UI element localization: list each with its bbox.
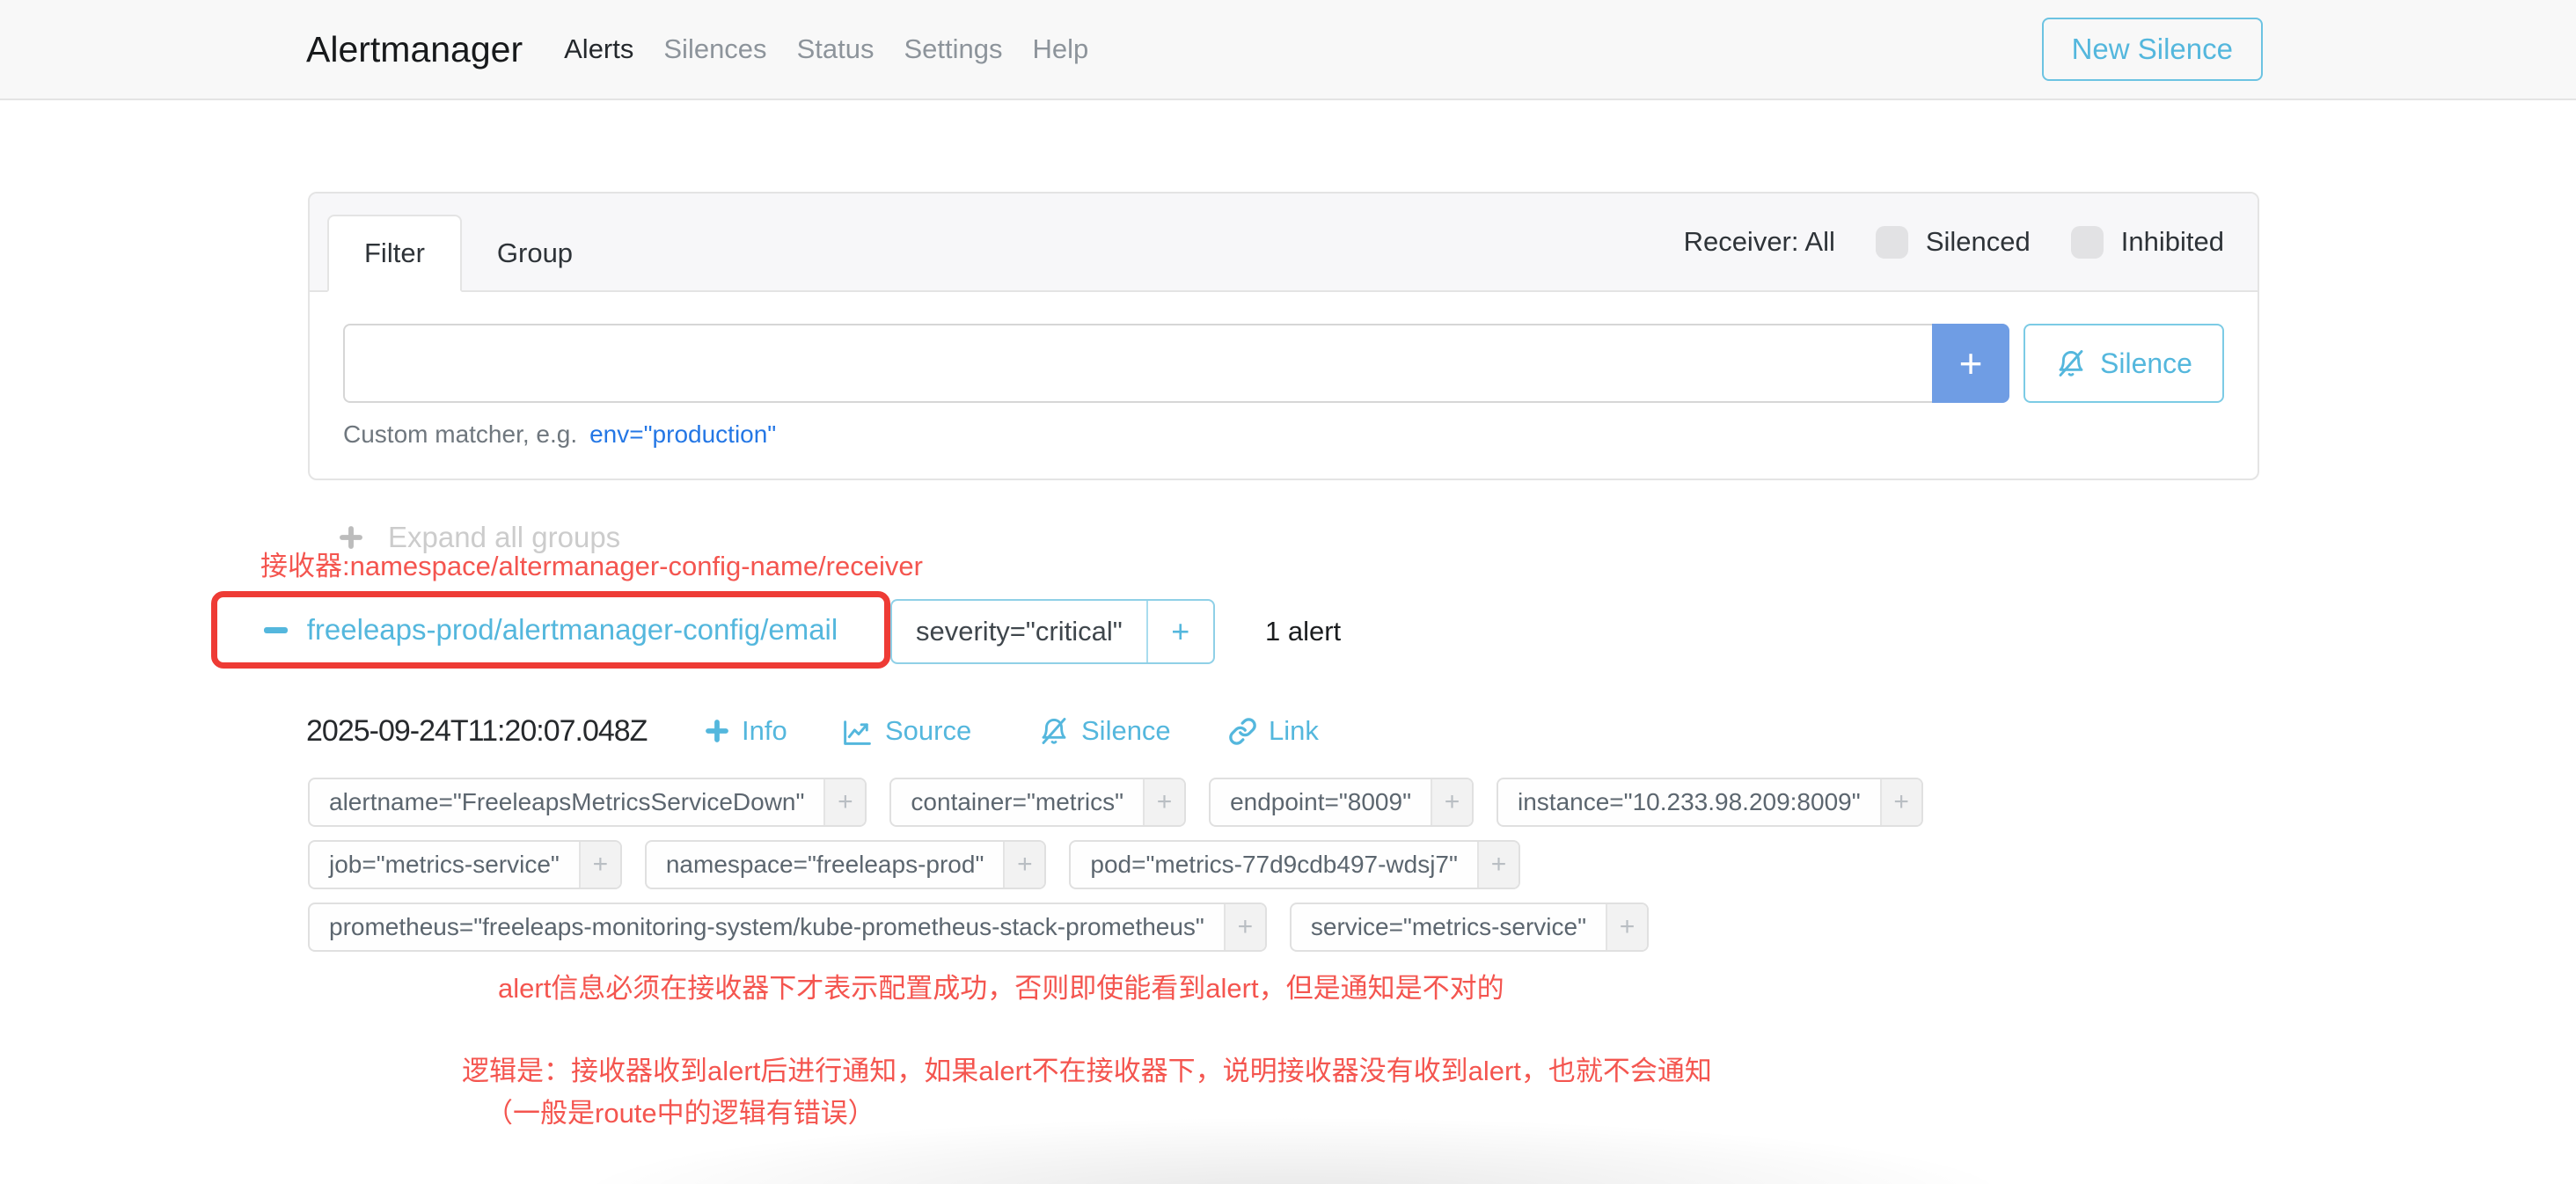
add-label-to-filter-button[interactable]: +	[1431, 779, 1472, 825]
alert-timestamp: 2025-09-24T11:20:07.048Z	[306, 714, 647, 749]
add-label-to-filter-button[interactable]: +	[579, 842, 620, 888]
filter-card-header: Filter Group Receiver: All Silenced Inhi…	[310, 194, 2258, 292]
matcher-hint-text: Custom matcher, e.g.	[343, 420, 577, 448]
nav-item-help[interactable]: Help	[1017, 33, 1103, 65]
chart-icon	[841, 715, 874, 748]
alert-label-chip: job="metrics-service" +	[308, 840, 622, 889]
nav-item-status[interactable]: Status	[782, 33, 889, 65]
silenced-checkbox[interactable]	[1876, 226, 1908, 259]
navbar: Alertmanager Alerts Silences Status Sett…	[0, 0, 2576, 100]
filter-tabs: Filter Group	[327, 215, 608, 292]
label-text: alertname="FreeleapsMetricsServiceDown"	[310, 779, 823, 825]
matcher-input[interactable]	[343, 324, 1932, 403]
annotation-config-note: alert信息必须在接收器下才表示配置成功，否则即使能看到alert，但是通知是…	[498, 966, 1504, 1005]
label-text: job="metrics-service"	[310, 842, 579, 888]
alert-label-chip: instance="10.233.98.209:8009" +	[1497, 778, 1923, 827]
add-label-to-filter-button[interactable]: +	[1224, 904, 1265, 950]
nav-item-silences[interactable]: Silences	[648, 33, 781, 65]
minus-icon	[264, 627, 288, 633]
link-icon	[1228, 717, 1257, 746]
add-label-to-filter-button[interactable]: +	[823, 779, 865, 825]
matcher-example-link[interactable]: env="production"	[589, 420, 776, 448]
annotation-logic-note-line2: （一般是route中的逻辑有错误）	[486, 1091, 875, 1130]
silenced-label: Silenced	[1926, 226, 2031, 258]
alert-count: 1 alert	[1265, 616, 1341, 647]
inhibited-label: Inhibited	[2121, 226, 2224, 258]
label-text: instance="10.233.98.209:8009"	[1498, 779, 1880, 825]
alert-permalink[interactable]: Link	[1228, 711, 1319, 751]
alert-info-button[interactable]: Info	[704, 711, 787, 751]
tab-group[interactable]: Group	[462, 215, 608, 292]
alert-label-chip: pod="metrics-77d9cdb497-wdsj7" +	[1069, 840, 1520, 889]
label-text: prometheus="freeleaps-monitoring-system/…	[310, 904, 1224, 950]
alert-labels-row-3: prometheus="freeleaps-monitoring-system/…	[308, 903, 1649, 952]
filter-card: Filter Group Receiver: All Silenced Inhi…	[308, 192, 2259, 480]
alert-label-chip: namespace="freeleaps-prod" +	[645, 840, 1047, 889]
alert-labels-row-1: alertname="FreeleapsMetricsServiceDown" …	[308, 778, 1923, 827]
label-text: service="metrics-service"	[1292, 904, 1606, 950]
add-label-to-filter-button[interactable]: +	[1606, 904, 1647, 950]
matcher-row: + Silence	[343, 324, 2224, 403]
add-label-to-filter-button[interactable]: +	[1880, 779, 1921, 825]
alert-label-chip: endpoint="8009" +	[1209, 778, 1474, 827]
add-matcher-button[interactable]: +	[1932, 324, 2009, 403]
nav-item-alerts[interactable]: Alerts	[549, 33, 648, 65]
alert-source-label: Source	[885, 715, 971, 747]
receiver-group-label: freeleaps-prod/alertmanager-config/email	[307, 613, 838, 647]
main-nav: Alerts Silences Status Settings Help	[549, 33, 1103, 65]
inhibited-checkbox[interactable]	[2071, 226, 2104, 259]
alert-info-label: Info	[742, 715, 787, 747]
alert-label-chip: alertname="FreeleapsMetricsServiceDown" …	[308, 778, 867, 827]
annotation-red-box: freeleaps-prod/alertmanager-config/email	[211, 591, 890, 669]
alert-link-label: Link	[1269, 715, 1319, 747]
silence-filter-button[interactable]: Silence	[2023, 324, 2224, 403]
alert-label-chip: prometheus="freeleaps-monitoring-system/…	[308, 903, 1267, 952]
filter-options: Receiver: All Silenced Inhibited	[1684, 226, 2224, 259]
filter-card-body: + Silence Custom matcher, e.g. env="produ…	[310, 292, 2258, 480]
alert-silence-label: Silence	[1081, 715, 1171, 747]
receiver-filter-dropdown[interactable]: Receiver: All	[1684, 226, 1835, 258]
bell-slash-icon	[1038, 715, 1070, 747]
alert-labels-row-2: job="metrics-service" + namespace="freel…	[308, 840, 1520, 889]
label-text: container="metrics"	[891, 779, 1143, 825]
silence-filter-label: Silence	[2100, 347, 2192, 380]
label-text: endpoint="8009"	[1211, 779, 1431, 825]
nav-item-settings[interactable]: Settings	[889, 33, 1017, 65]
plus-icon	[704, 718, 730, 744]
silenced-toggle[interactable]: Silenced	[1876, 226, 2031, 259]
group-matcher-label: severity="critical"	[892, 601, 1146, 662]
new-silence-button[interactable]: New Silence	[2042, 18, 2263, 81]
alert-label-chip: service="metrics-service" +	[1290, 903, 1649, 952]
add-label-to-filter-button[interactable]: +	[1143, 779, 1184, 825]
group-matcher-chip: severity="critical" +	[890, 599, 1215, 664]
add-label-to-filter-button[interactable]: +	[1477, 842, 1519, 888]
matcher-hint: Custom matcher, e.g. env="production"	[343, 420, 2224, 449]
alert-label-chip: container="metrics" +	[889, 778, 1186, 827]
annotation-receiver-note: 接收器:namespace/altermanager-config-name/r…	[260, 544, 923, 583]
alert-source-link[interactable]: Source	[841, 711, 971, 751]
app-brand[interactable]: Alertmanager	[306, 29, 523, 70]
group-matcher-add-button[interactable]: +	[1146, 601, 1213, 662]
inhibited-toggle[interactable]: Inhibited	[2071, 226, 2224, 259]
bell-slash-icon	[2055, 347, 2087, 379]
tab-filter[interactable]: Filter	[327, 215, 462, 292]
annotation-logic-note-line1: 逻辑是：接收器收到alert后进行通知，如果alert不在接收器下，说明接收器没…	[462, 1049, 1712, 1088]
alert-silence-button[interactable]: Silence	[1038, 711, 1171, 751]
add-label-to-filter-button[interactable]: +	[1003, 842, 1044, 888]
label-text: namespace="freeleaps-prod"	[647, 842, 1004, 888]
collapse-group-button[interactable]: freeleaps-prod/alertmanager-config/email	[264, 613, 838, 647]
label-text: pod="metrics-77d9cdb497-wdsj7"	[1071, 842, 1477, 888]
